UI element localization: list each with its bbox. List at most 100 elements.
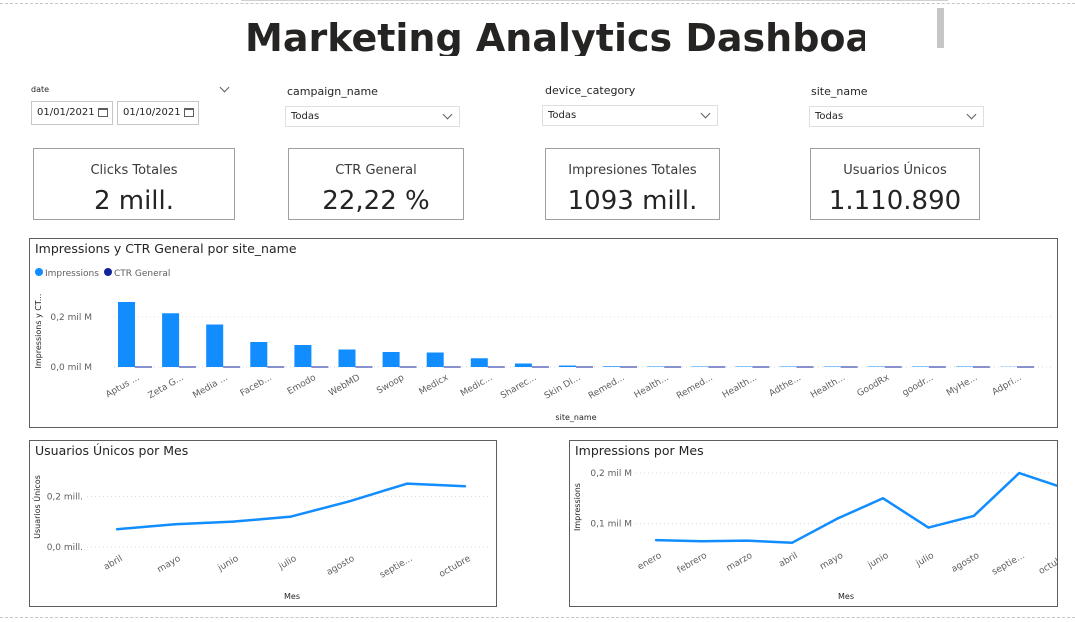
x-tick-label: marzo — [725, 551, 755, 574]
card-label: CTR General — [335, 163, 417, 178]
bar-ctr — [179, 366, 197, 368]
y-tick-label: 0,0 mil M — [50, 363, 92, 373]
x-tick-label: junio — [216, 554, 241, 574]
x-tick-label: Zeta G... — [147, 373, 186, 401]
x-tick-label: septie... — [378, 554, 414, 581]
card-usuarios-unicos[interactable]: Usuarios Únicos 1.110.890 — [810, 148, 980, 220]
device-dropdown[interactable]: Todas — [542, 105, 718, 126]
campaign-dropdown[interactable]: Todas — [285, 106, 460, 127]
bar-ctr — [531, 366, 549, 368]
date-end-input[interactable]: 01/10/2021 — [117, 101, 199, 125]
x-tick-label: Adpri... — [991, 373, 1024, 398]
bar-chart-canvas: Impressions CTR General 0,0 mil M 0,2 mil M… — [34, 268, 1054, 422]
bar-ctr — [972, 366, 990, 368]
y-tick-label: 0,1 mil M — [590, 520, 632, 530]
date-start-input[interactable]: 01/01/2021 — [31, 101, 113, 125]
y-tick-label: 0,2 mil M — [590, 469, 632, 479]
x-tick-label: abril — [102, 554, 124, 573]
data-point — [1018, 471, 1021, 475]
legend-label: Impressions — [45, 269, 99, 279]
x-tick-label: Medic... — [459, 373, 494, 399]
card-clicks-totales[interactable]: Clicks Totales 2 mill. — [33, 148, 235, 220]
chevron-down-icon[interactable] — [442, 109, 453, 120]
x-tick-label: Aptus ... — [104, 373, 141, 400]
device-selected-value: Todas — [548, 110, 577, 121]
x-tick-label: enero — [636, 551, 664, 573]
dashboard-title: Marketing Analytics Dashboard — [245, 16, 865, 56]
device-slicer-label: device_category — [545, 84, 636, 97]
bar-ctr — [884, 366, 902, 368]
bar-impressions — [206, 324, 224, 367]
bar-ctr — [267, 366, 285, 368]
data-point — [231, 520, 235, 523]
bar-impressions — [162, 313, 180, 367]
site-dropdown[interactable]: Todas — [809, 106, 984, 127]
x-tick-label: goodr... — [901, 373, 935, 399]
data-point — [654, 538, 658, 542]
data-point — [173, 523, 177, 526]
bar-impressions — [514, 363, 532, 367]
chevron-down-icon[interactable] — [700, 108, 711, 119]
data-point — [115, 528, 119, 531]
data-point — [791, 541, 794, 544]
bar-impressions — [823, 366, 841, 367]
x-tick-label: Faceb... — [239, 373, 274, 399]
usuarios-por-mes-chart[interactable]: Usuarios Únicos por Mes 0,0 mill. 0,2 mil… — [29, 440, 497, 607]
x-tick-label: octubre — [438, 554, 473, 580]
bar-ctr — [135, 366, 152, 368]
card-ctr-general[interactable]: CTR General 22,22 % — [288, 148, 464, 220]
data-point — [745, 539, 748, 542]
x-tick-label: Skin Di... — [543, 373, 583, 402]
date-slicer-label: date — [31, 85, 50, 94]
bar-ctr — [796, 366, 814, 368]
bar-ctr — [664, 366, 682, 368]
date-start-value: 01/01/2021 — [37, 107, 95, 118]
bar-ctr — [487, 366, 505, 368]
bottom-border — [0, 617, 1075, 618]
x-tick-label: Sharec... — [499, 373, 538, 401]
x-tick-label: WebMD — [327, 373, 362, 399]
chevron-down-icon[interactable] — [966, 109, 977, 120]
bar-impressions — [779, 366, 797, 367]
x-tick-label: febrero — [676, 551, 710, 576]
title-visual-border — [241, 0, 948, 5]
card-impresiones-totales[interactable]: Impresiones Totales 1093 mill. — [545, 148, 720, 220]
x-tick-label: Emodo — [286, 373, 318, 397]
card-label: Impresiones Totales — [568, 163, 697, 178]
x-tick-label: mayo — [156, 554, 183, 575]
x-tick-label: mayo — [818, 551, 845, 572]
chevron-down-icon[interactable] — [219, 82, 230, 93]
impressions-por-mes-chart[interactable]: Impressions por Mes 0,1 mil M 0,2 mil M Im… — [569, 440, 1058, 607]
calendar-icon[interactable] — [184, 108, 194, 117]
x-tick-label: Remed... — [587, 373, 627, 402]
line-chart-canvas: 0,0 mill. 0,2 mill. Usuarios Únicos abril ma… — [31, 475, 490, 601]
x-axis-label: site_name — [555, 413, 596, 422]
bar-impressions — [911, 366, 929, 367]
x-tick-label: Health... — [633, 373, 671, 401]
bar-impressions — [426, 352, 444, 367]
x-tick-label: Health... — [809, 373, 847, 401]
y-axis-label: Impressions y CT... — [34, 294, 43, 369]
x-tick-label: Adthe... — [768, 373, 803, 399]
bar-impressions — [647, 366, 665, 367]
bar-impressions — [470, 358, 488, 367]
calendar-icon[interactable] — [98, 108, 108, 117]
y-tick-label: 0,2 mil M — [50, 313, 92, 323]
x-tick-label: Swoop — [375, 373, 406, 397]
card-value: 1.110.890 — [828, 186, 962, 216]
bar-ctr — [576, 366, 593, 368]
scrollbar-thumb[interactable] — [937, 8, 944, 48]
impressions-ctr-chart[interactable]: Impressions y CTR General por site_name … — [29, 238, 1058, 428]
x-tick-label: julio — [914, 551, 936, 570]
bar-ctr — [311, 366, 329, 368]
x-tick-label: agosto — [325, 554, 357, 578]
x-tick-label: GoodRx — [856, 373, 892, 400]
bar-ctr — [928, 366, 946, 368]
card-label: Clicks Totales — [90, 163, 178, 178]
bar-impressions — [867, 366, 885, 367]
x-tick-label: octubre — [1037, 551, 1057, 577]
bar-impressions — [603, 366, 621, 367]
bar-impressions — [338, 349, 356, 367]
card-value: 22,22 % — [322, 186, 430, 216]
campaign-selected-value: Todas — [291, 111, 320, 122]
